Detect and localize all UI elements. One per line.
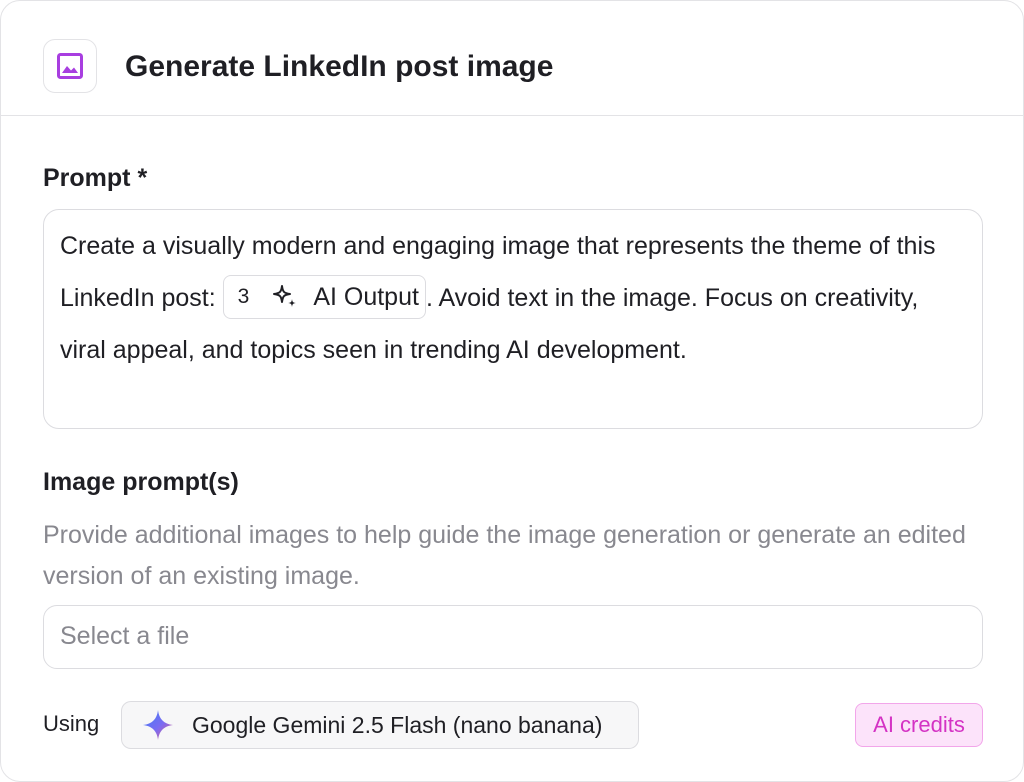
image-prompts-label: Image prompt(s) xyxy=(43,468,239,496)
page-title: Generate LinkedIn post image xyxy=(125,50,554,83)
using-label: Using xyxy=(43,711,100,736)
prompt-label: Prompt * xyxy=(43,164,148,192)
sparkle-icon xyxy=(271,283,299,311)
card-header: Generate LinkedIn post image xyxy=(1,1,1023,116)
ai-output-variable-chip[interactable]: 3 AI Output xyxy=(222,275,426,320)
step-number: 3 xyxy=(237,285,250,309)
image-icon xyxy=(43,39,97,93)
file-select-input[interactable]: Select a file xyxy=(43,605,983,669)
model-label: Google Gemini 2.5 Flash (nano banana) xyxy=(192,712,603,738)
generate-image-card: Generate LinkedIn post image Prompt * Cr… xyxy=(0,0,1024,782)
variable-label: AI Output xyxy=(313,283,419,312)
model-selector[interactable]: Google Gemini 2.5 Flash (nano banana) xyxy=(121,701,639,749)
prompt-textarea[interactable]: Create a visually modern and engaging im… xyxy=(43,209,983,429)
image-prompts-helper-text: Provide additional images to help guide … xyxy=(43,521,966,590)
ai-credits-badge: AI credits xyxy=(855,703,983,747)
gemini-icon xyxy=(142,709,174,741)
